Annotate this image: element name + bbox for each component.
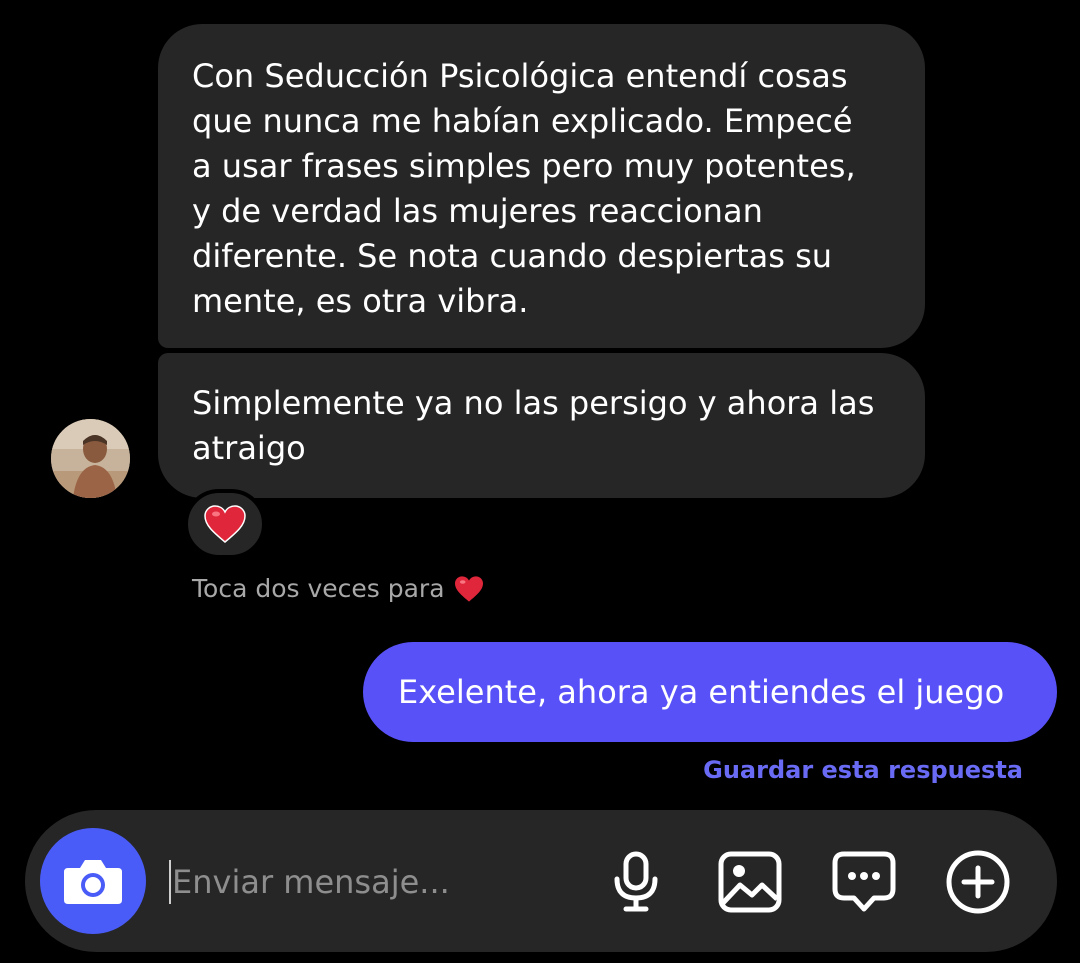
incoming-message-2[interactable]: Simplemente ya no las persigo y ahora la… [158, 353, 925, 498]
sticker-button[interactable] [831, 849, 897, 915]
gallery-icon [718, 851, 782, 913]
microphone-button[interactable] [603, 849, 669, 915]
camera-icon [64, 860, 122, 904]
incoming-message-1[interactable]: Con Seducción Psicológica entendí cosas … [158, 24, 925, 348]
avatar-photo [51, 419, 130, 498]
outgoing-message[interactable]: Exelente, ahora ya entiendes el juego [363, 642, 1057, 742]
message-composer [25, 810, 1057, 952]
gallery-button[interactable] [717, 849, 783, 915]
double-tap-hint: Toca dos veces para ❤️ [192, 574, 485, 603]
small-heart-icon [454, 575, 483, 602]
message-input[interactable] [170, 854, 572, 910]
avatar[interactable] [51, 419, 130, 498]
sticker-icon [832, 851, 896, 912]
more-options-button[interactable] [945, 849, 1011, 915]
plus-icon [946, 850, 1010, 914]
save-reply-link[interactable]: Guardar esta respuesta [703, 756, 1023, 784]
microphone-icon [614, 851, 658, 912]
outgoing-message-text: Exelente, ahora ya entiendes el juego [398, 673, 1005, 711]
double-tap-hint-text: Toca dos veces para [192, 574, 445, 603]
heart-reaction[interactable]: ❤️ [184, 489, 266, 559]
heart-icon [204, 505, 246, 543]
camera-button[interactable] [40, 828, 146, 934]
